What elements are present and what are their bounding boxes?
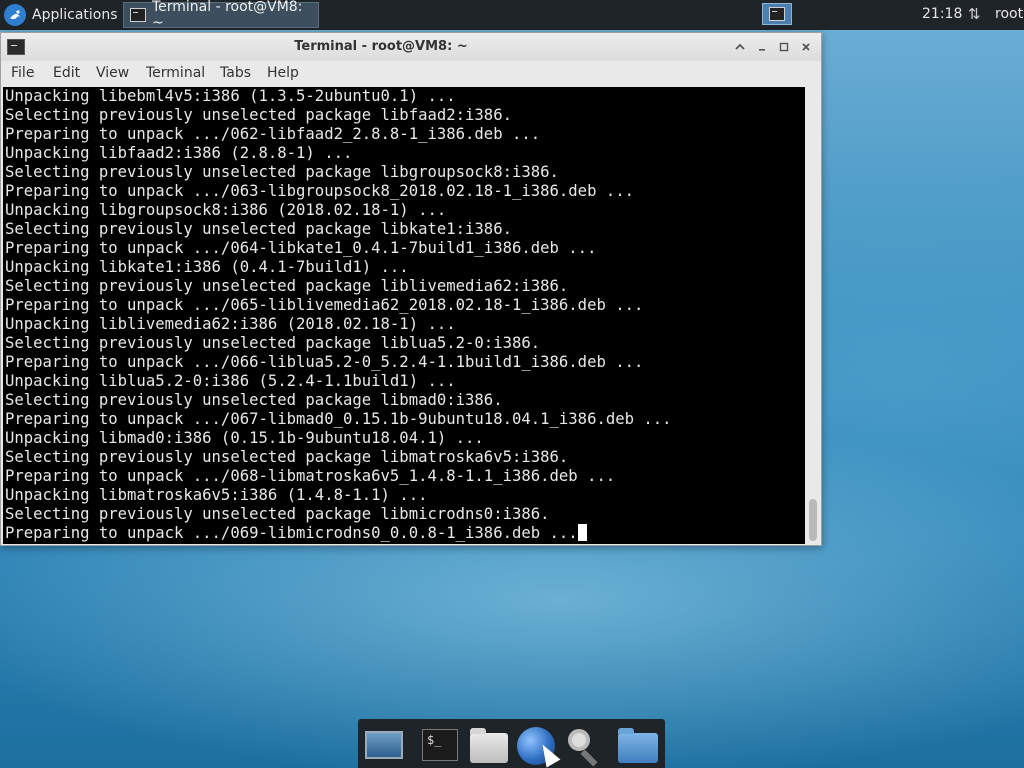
window-titlebar[interactable]: Terminal - root@VM8: ~ <box>1 33 821 61</box>
terminal-line: Preparing to unpack .../065-liblivemedia… <box>5 296 644 314</box>
workspace-switcher[interactable] <box>762 3 792 25</box>
window-controls <box>729 37 819 57</box>
terminal-line: Selecting previously unselected package … <box>5 277 569 295</box>
terminal-line: Preparing to unpack .../064-libkate1_0.4… <box>5 239 597 257</box>
terminal-line: Unpacking liblua5.2-0:i386 (5.2.4-1.1bui… <box>5 372 456 390</box>
applications-menu[interactable]: Applications <box>0 0 118 30</box>
menu-bar: File Edit View Terminal Tabs Help <box>1 61 821 87</box>
terminal-line: Selecting previously unselected package … <box>5 391 503 409</box>
network-icon[interactable]: ⇅ <box>968 5 981 23</box>
terminal-line: Unpacking libfaad2:i386 (2.8.8-1) ... <box>5 144 353 162</box>
terminal-line: Selecting previously unselected package … <box>5 163 559 181</box>
taskbar-item-label: Terminal - root@VM8: ~ <box>151 0 303 31</box>
menu-terminal[interactable]: Terminal <box>146 65 205 81</box>
menu-help[interactable]: Help <box>267 65 299 81</box>
terminal-line: Selecting previously unselected package … <box>5 220 512 238</box>
terminal-line: Preparing to unpack .../068-libmatroska6… <box>5 467 616 485</box>
terminal-line: Unpacking liblivemedia62:i386 (2018.02.1… <box>5 315 456 333</box>
terminal-glyph: $_ <box>422 729 458 761</box>
xfce-logo-icon <box>4 4 26 26</box>
close-icon[interactable] <box>795 37 817 57</box>
app-finder-icon[interactable] <box>564 725 606 767</box>
text-cursor <box>577 524 587 541</box>
terminal-line-text: Preparing to unpack .../069-libmicrodns0… <box>5 524 578 542</box>
minimize-icon[interactable] <box>751 37 773 57</box>
terminal-output[interactable]: Unpacking libebml4v5:i386 (1.3.5-2ubuntu… <box>3 87 805 544</box>
taskbar-terminal-button[interactable]: Terminal - root@VM8: ~ <box>123 0 319 31</box>
terminal-line: Selecting previously unselected package … <box>5 448 569 466</box>
home-folder-icon[interactable] <box>468 725 510 765</box>
terminal-line: Selecting previously unselected package … <box>5 106 512 124</box>
terminal-line: Unpacking libebml4v5:i386 (1.3.5-2ubuntu… <box>5 87 456 105</box>
top-panel: Applications Terminal - root@VM8: ~ 21:1… <box>0 0 1024 31</box>
menu-edit[interactable]: Edit <box>53 65 80 81</box>
menu-view[interactable]: View <box>96 65 129 81</box>
terminal-line: Preparing to unpack .../063-libgroupsock… <box>5 182 635 200</box>
terminal-line: Preparing to unpack .../066-liblua5.2-0_… <box>5 353 644 371</box>
terminal-line: Selecting previously unselected package … <box>5 505 550 523</box>
terminal-line: Preparing to unpack .../067-libmad0_0.15… <box>5 410 672 428</box>
scrollbar-thumb[interactable] <box>809 499 817 541</box>
menu-file[interactable]: File <box>11 65 34 81</box>
terminal-line: Unpacking libmatroska6v5:i386 (1.4.8-1.1… <box>5 486 428 504</box>
clock[interactable]: 21:18 <box>922 6 962 22</box>
terminal-icon <box>130 8 146 22</box>
terminal-launcher-icon[interactable]: $_ <box>420 725 462 765</box>
dock: $_ <box>358 719 665 768</box>
user-menu[interactable]: root <box>995 6 1023 22</box>
terminal-scrollbar[interactable] <box>806 87 820 544</box>
file-manager-icon[interactable] <box>616 725 658 765</box>
workspace-terminal-icon <box>769 7 785 21</box>
maximize-icon[interactable] <box>773 37 795 57</box>
web-browser-icon[interactable] <box>516 725 561 768</box>
terminal-line: Selecting previously unselected package … <box>5 334 541 352</box>
terminal-line: Unpacking libgroupsock8:i386 (2018.02.18… <box>5 201 447 219</box>
terminal-line-last: Preparing to unpack .../069-libmicrodns0… <box>5 524 805 543</box>
terminal-window: Terminal - root@VM8: ~ File Edit View Te… <box>0 32 822 546</box>
terminal-line: Unpacking libkate1:i386 (0.4.1-7build1) … <box>5 258 409 276</box>
show-desktop-icon[interactable] <box>362 725 404 765</box>
menu-tabs[interactable]: Tabs <box>220 65 251 81</box>
terminal-line: Preparing to unpack .../062-libfaad2_2.8… <box>5 125 541 143</box>
window-title: Terminal - root@VM8: ~ <box>294 39 468 54</box>
terminal-line: Unpacking libmad0:i386 (0.15.1b-9ubuntu1… <box>5 429 484 447</box>
always-on-top-icon[interactable] <box>729 37 751 57</box>
applications-label: Applications <box>32 7 118 23</box>
